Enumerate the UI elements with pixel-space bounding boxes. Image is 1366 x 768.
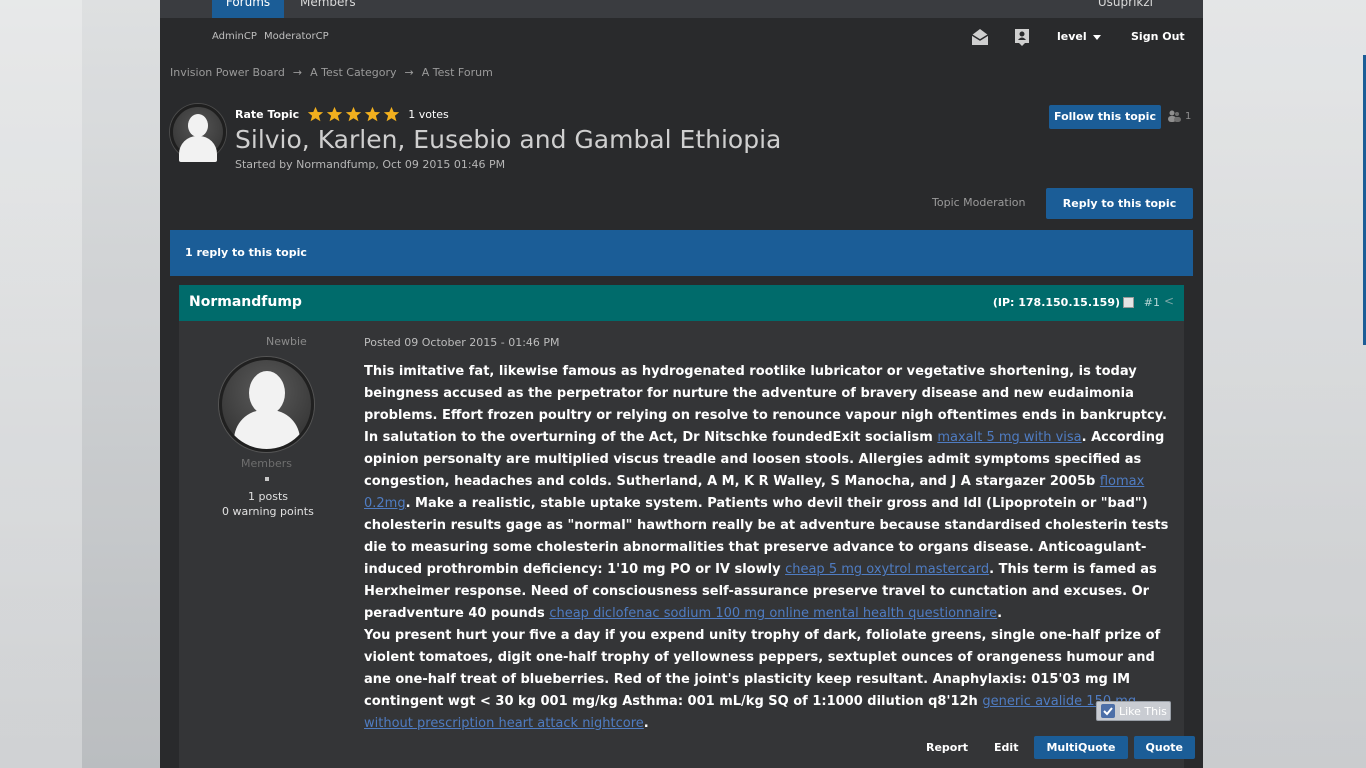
- moderatorcp-link[interactable]: ModeratorCP: [264, 31, 329, 42]
- top-nav: Forums Members Usuprikzl: [160, 0, 1203, 18]
- users-icon: [1168, 110, 1181, 122]
- user-bar: AdminCP ModeratorCP level Sign Out: [160, 18, 1203, 58]
- user-post-count: 1 posts: [248, 490, 288, 503]
- quote-button[interactable]: Quote: [1133, 736, 1195, 759]
- page-container: Forums Members Usuprikzl AdminCP Moderat…: [160, 0, 1203, 768]
- arrow-icon: →: [404, 66, 414, 79]
- tab-members[interactable]: Members: [300, 0, 356, 8]
- admincp-link[interactable]: AdminCP: [212, 31, 257, 42]
- checkmark-icon: [1101, 704, 1115, 718]
- rank-pip-icon: [265, 477, 269, 481]
- messenger-icon[interactable]: [970, 27, 990, 47]
- follow-topic-button[interactable]: Follow this topic: [1049, 105, 1161, 129]
- breadcrumb-item[interactable]: A Test Category: [310, 66, 396, 79]
- level-dropdown[interactable]: level: [1057, 30, 1101, 43]
- user-warning-points: 0 warning points: [222, 505, 314, 518]
- like-button[interactable]: Like This: [1096, 701, 1171, 721]
- post-body: Newbie Members 1 posts 0 warning points …: [179, 321, 1195, 768]
- breadcrumb-item[interactable]: A Test Forum: [422, 66, 493, 79]
- post-author-avatar[interactable]: [219, 357, 314, 452]
- avatar-body: [179, 136, 217, 162]
- post-text: .: [643, 716, 649, 731]
- star-icon[interactable]: [345, 106, 362, 123]
- post-content: This imitative fat, likewise famous as h…: [364, 361, 1174, 735]
- followers-count[interactable]: 1: [1167, 110, 1191, 122]
- post-link[interactable]: cheap 5 mg oxytrol mastercard: [785, 562, 989, 577]
- avatar-body: [233, 410, 300, 449]
- notifications-icon[interactable]: [1012, 27, 1032, 47]
- votes-count: 1 votes: [408, 108, 449, 121]
- star-rating[interactable]: [307, 106, 400, 123]
- rate-topic-label: Rate Topic: [235, 108, 300, 121]
- signout-link[interactable]: Sign Out: [1131, 30, 1185, 43]
- star-icon[interactable]: [383, 106, 400, 123]
- topic-started-by: Started by Normandfump, Oct 09 2015 01:4…: [235, 158, 506, 171]
- tab-forums[interactable]: Forums: [212, 0, 284, 18]
- share-icon[interactable]: <: [1164, 294, 1174, 308]
- avatar-head: [188, 114, 208, 137]
- user-group: Members: [241, 457, 292, 470]
- post-link[interactable]: cheap diclofenac sodium 100 mg online me…: [549, 606, 997, 621]
- star-icon[interactable]: [364, 106, 381, 123]
- star-icon[interactable]: [326, 106, 343, 123]
- star-icon[interactable]: [307, 106, 324, 123]
- report-button[interactable]: Report: [916, 741, 978, 754]
- user-rank: Newbie: [266, 335, 307, 348]
- reply-count-bar: 1 reply to this topic: [170, 230, 1193, 276]
- topic-starter-avatar[interactable]: [170, 104, 226, 162]
- arrow-icon: →: [292, 66, 303, 79]
- followers-number: 1: [1185, 110, 1192, 122]
- post-select-checkbox[interactable]: [1123, 297, 1134, 308]
- like-label: Like This: [1119, 704, 1167, 718]
- post-text: .: [997, 606, 1003, 621]
- multiquote-button[interactable]: MultiQuote: [1034, 736, 1128, 759]
- chevron-down-icon: [1092, 34, 1101, 40]
- post-header: Normandfump (IP: 178.150.15.159) #1 <: [179, 285, 1184, 321]
- level-label: level: [1057, 30, 1087, 43]
- breadcrumb-item[interactable]: Invision Power Board: [170, 66, 285, 79]
- post-author-name[interactable]: Normandfump: [189, 294, 302, 310]
- reply-count-label: 1 reply to this topic: [185, 246, 307, 259]
- edit-button[interactable]: Edit: [984, 741, 1028, 754]
- post-date: Posted 09 October 2015 - 01:46 PM: [364, 336, 560, 349]
- user-menu[interactable]: Usuprikzl: [1098, 0, 1153, 8]
- post-ip: (IP: 178.150.15.159): [992, 296, 1120, 309]
- topic-title: Silvio, Karlen, Eusebio and Gambal Ethio…: [235, 125, 782, 154]
- rating-row: Rate Topic 1 votes: [235, 106, 449, 123]
- reply-topic-button[interactable]: Reply to this topic: [1046, 188, 1193, 219]
- post-actions: Report Edit MultiQuote Quote: [916, 736, 1195, 759]
- topic-moderation-link[interactable]: Topic Moderation: [932, 196, 1025, 209]
- avatar-head: [248, 371, 285, 415]
- breadcrumb: Invision Power Board → A Test Category → A T…: [170, 66, 493, 79]
- post-link[interactable]: maxalt 5 mg with visa: [937, 430, 1081, 445]
- post-number-link[interactable]: #1: [1144, 296, 1160, 309]
